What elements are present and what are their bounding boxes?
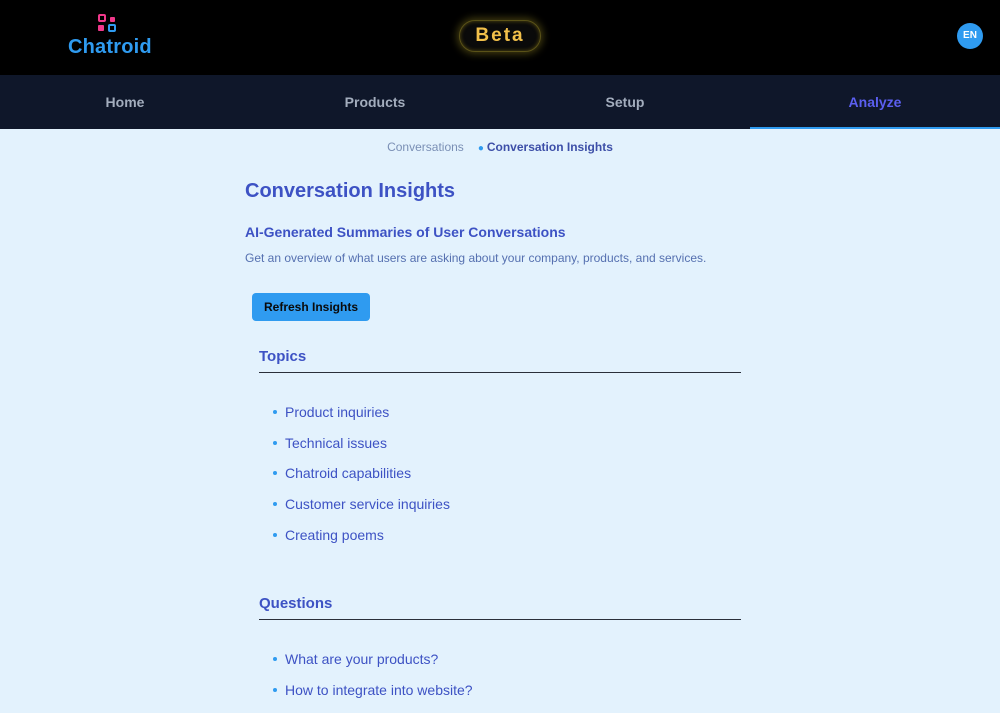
topics-heading: Topics (259, 348, 741, 373)
breadcrumb-dot-icon: ● (477, 143, 484, 154)
questions-list: What are your products? How to integrate… (273, 651, 473, 712)
refresh-insights-button[interactable]: Refresh Insights (252, 293, 370, 321)
topics-list: Product inquiries Technical issues Chatr… (273, 404, 450, 557)
list-item: How to integrate into website? (273, 682, 473, 713)
list-item: Customer service inquiries (273, 496, 450, 527)
nav-analyze[interactable]: Analyze (750, 75, 1000, 129)
breadcrumb: Conversations ● Conversation Insights (0, 140, 1000, 154)
list-item: Chatroid capabilities (273, 465, 450, 496)
main-nav: Home Products Setup Analyze (0, 75, 1000, 129)
page-title: Conversation Insights (245, 180, 456, 202)
list-item: What are your products? (273, 651, 473, 682)
list-item: Product inquiries (273, 404, 450, 435)
logo-text: Chatroid (68, 36, 152, 58)
top-bar: Chatroid Beta EN (0, 0, 1000, 75)
page-subtitle: AI-Generated Summaries of User Conversat… (245, 224, 566, 240)
list-item: Creating poems (273, 527, 450, 558)
nav-setup[interactable]: Setup (500, 75, 750, 129)
language-button[interactable]: EN (957, 23, 983, 49)
breadcrumb-conversations[interactable]: Conversations (387, 140, 464, 154)
list-item: Technical issues (273, 435, 450, 466)
nav-home[interactable]: Home (0, 75, 250, 129)
logo-mark-icon (98, 14, 120, 34)
beta-badge: Beta (459, 20, 541, 52)
nav-products[interactable]: Products (250, 75, 500, 129)
breadcrumb-current: Conversation Insights (486, 140, 613, 154)
questions-heading: Questions (259, 595, 741, 620)
chatroid-logo[interactable]: Chatroid (68, 12, 158, 62)
page-description: Get an overview of what users are asking… (245, 251, 707, 265)
